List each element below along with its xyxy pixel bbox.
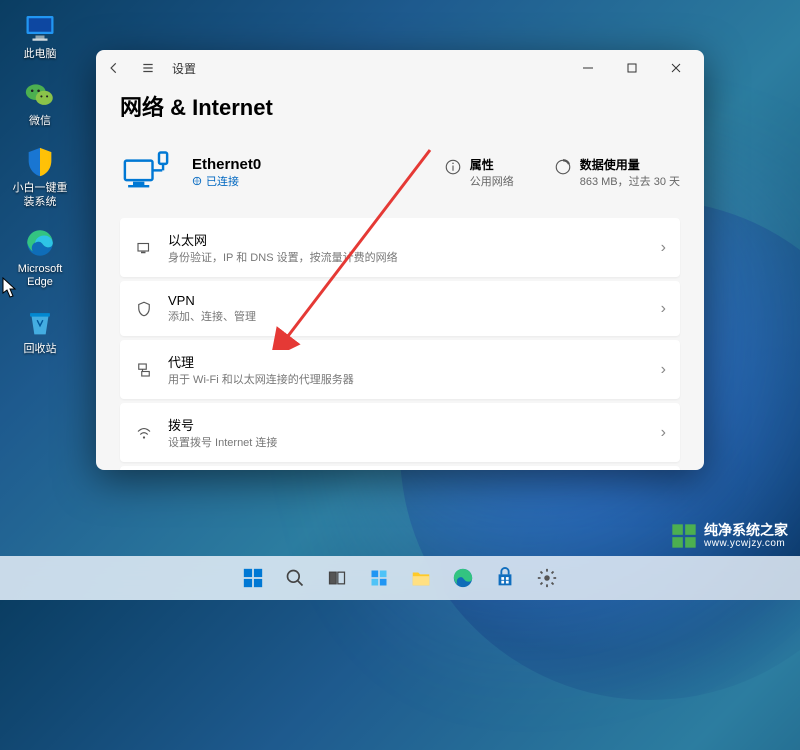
desktop-icon-label: 小白一键重装系统 <box>10 182 70 208</box>
info-icon <box>444 158 462 176</box>
edge-icon <box>22 225 58 261</box>
data-usage-link[interactable]: 数据使用量 863 MB，过去 30 天 <box>554 156 680 189</box>
taskbar <box>0 556 800 600</box>
chevron-right-icon: › <box>661 239 666 257</box>
search-button[interactable] <box>277 560 313 596</box>
settings-window: 设置 网络 & Internet <box>96 50 704 470</box>
chevron-right-icon: › <box>661 361 666 379</box>
properties-link[interactable]: 属性 公用网络 <box>444 156 514 189</box>
menu-button[interactable] <box>138 58 158 78</box>
desktop-icon-xiaobai[interactable]: 小白一键重装系统 <box>10 144 70 208</box>
list-item-vpn[interactable]: VPN 添加、连接、管理 › <box>120 281 680 336</box>
list-item-dialup[interactable]: 拨号 设置拨号 Internet 连接 › <box>120 403 680 462</box>
connection-summary: Ethernet0 已连接 属性 公用网络 <box>120 138 680 218</box>
data-usage-icon <box>554 158 572 176</box>
desktop-icon-edge[interactable]: Microsoft Edge <box>10 225 70 289</box>
settings-content: 网络 & Internet Ethernet0 <box>96 86 704 470</box>
watermark: 纯净系统之家 www.ycwjzy.com <box>670 522 788 550</box>
watermark-url: www.ycwjzy.com <box>704 538 788 549</box>
proxy-icon <box>134 360 154 380</box>
settings-list: 以太网 身份验证，IP 和 DNS 设置，按流量计费的网络 › VPN 添加、连… <box>120 218 680 470</box>
taskbar-explorer[interactable] <box>403 560 439 596</box>
chevron-right-icon: › <box>661 424 666 442</box>
desktop-icon-recycle-bin[interactable]: 回收站 <box>10 305 70 356</box>
windows-logo-icon <box>670 522 698 550</box>
maximize-button[interactable] <box>612 54 652 82</box>
ethernet-icon <box>134 238 154 258</box>
connection-status: 已连接 <box>192 173 261 189</box>
desktop-icon-label: 此电脑 <box>24 48 57 61</box>
close-button[interactable] <box>656 54 696 82</box>
start-button[interactable] <box>235 560 271 596</box>
connection-name: Ethernet0 <box>192 156 261 173</box>
wechat-icon <box>22 77 58 113</box>
titlebar: 设置 <box>96 50 704 86</box>
minimize-button[interactable] <box>568 54 608 82</box>
pc-icon <box>22 10 58 46</box>
taskbar-store[interactable] <box>487 560 523 596</box>
taskbar-edge[interactable] <box>445 560 481 596</box>
desktop: 此电脑 微信 小白一键重装系统 Microsoft Edge 回收站 <box>0 0 800 600</box>
watermark-title: 纯净系统之家 <box>704 523 788 538</box>
taskbar-settings[interactable] <box>529 560 565 596</box>
desktop-icon-label: 回收站 <box>24 343 57 356</box>
globe-icon <box>192 176 202 186</box>
desktop-icons: 此电脑 微信 小白一键重装系统 Microsoft Edge 回收站 <box>10 10 70 356</box>
list-item-advanced[interactable]: 高级网络设置 <box>120 466 680 470</box>
desktop-icon-label: 微信 <box>29 115 51 128</box>
widgets-button[interactable] <box>361 560 397 596</box>
desktop-icon-wechat[interactable]: 微信 <box>10 77 70 128</box>
list-item-proxy[interactable]: 代理 用于 Wi-Fi 和以太网连接的代理服务器 › <box>120 340 680 399</box>
page-title: 网络 & Internet <box>120 90 680 122</box>
shield-icon <box>134 299 154 319</box>
window-title: 设置 <box>172 60 196 77</box>
list-item-ethernet[interactable]: 以太网 身份验证，IP 和 DNS 设置，按流量计费的网络 › <box>120 218 680 277</box>
back-button[interactable] <box>104 58 124 78</box>
dialup-icon <box>134 423 154 443</box>
recycle-bin-icon <box>22 305 58 341</box>
desktop-icon-label: Microsoft Edge <box>10 263 70 289</box>
installer-icon <box>22 144 58 180</box>
desktop-icon-this-pc[interactable]: 此电脑 <box>10 10 70 61</box>
task-view-button[interactable] <box>319 560 355 596</box>
ethernet-connection-icon <box>120 146 172 198</box>
chevron-right-icon: › <box>661 300 666 318</box>
